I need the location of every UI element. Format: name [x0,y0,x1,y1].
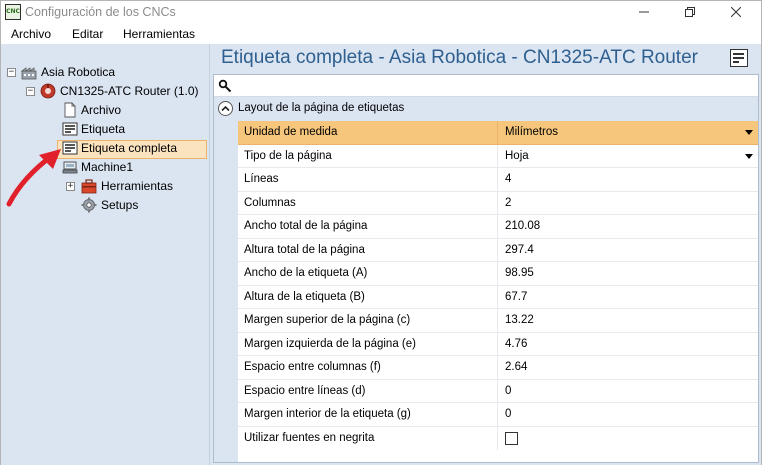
property-row-lineas[interactable]: Líneas 4 [238,168,758,192]
property-name: Altura de la etiqueta (B) [238,285,498,308]
category-header[interactable]: Layout de la página de etiquetas [214,97,758,121]
tree-item-etiqueta[interactable]: Etiqueta [1,120,210,139]
tree-label-machine: CN1325-ATC Router (1.0) [60,84,199,98]
collapse-icon[interactable]: − [7,68,16,77]
property-value-field[interactable]: 2 [499,192,758,215]
property-dropdown-unidad[interactable]: Milímetros [499,121,758,144]
cnc-machine-icon [40,83,56,99]
property-name: Margen izquierda de la página (e) [238,332,498,355]
tree-label-archivo: Archivo [81,103,122,117]
property-name: Altura total de la página [238,238,498,261]
tree-item-archivo[interactable]: Archivo [1,101,210,120]
chevron-up-icon [221,105,230,112]
menu-archivo[interactable]: Archivo [11,27,51,41]
menu-bar: Archivo Editar Herramientas [1,23,761,44]
tree-label-machine1: Machine1 [81,160,134,174]
property-row-altura-etiqueta[interactable]: Altura de la etiqueta (B) 67.7 [238,285,758,309]
property-value-field[interactable]: 0 [499,380,758,403]
close-button[interactable] [719,1,753,23]
window-title: Configuración de los CNCs [25,5,176,19]
tree-pane: − Asia Robotica − CN1325-ATC Router (1.0… [1,44,210,465]
property-row-tipo[interactable]: Tipo de la página Hoja [238,144,758,168]
search-input[interactable] [236,77,754,94]
restore-button[interactable] [673,1,707,23]
property-row-altura-total[interactable]: Altura total de la página 297.4 [238,238,758,262]
property-value: Milímetros [505,126,559,138]
app-window: CNC Configuración de los CNCs Archivo Ed… [0,0,762,465]
menu-editar[interactable]: Editar [72,27,103,41]
collapse-icon[interactable]: − [26,87,35,96]
property-row-ancho-etiqueta[interactable]: Ancho de la etiqueta (A) 98.95 [238,262,758,286]
dropdown-arrow-icon[interactable] [745,130,753,135]
tree-label-setups: Setups [101,198,139,212]
file-icon [64,102,76,118]
property-row-ancho-total[interactable]: Ancho total de la página 210.08 [238,215,758,239]
property-value-field[interactable]: 297.4 [499,239,758,262]
property-row-margen-superior[interactable]: Margen superior de la página (c) 13.22 [238,309,758,333]
property-checkbox-cell [499,427,758,451]
property-value-field[interactable]: 67.7 [499,286,758,309]
tree-label-etiqueta-completa: Etiqueta completa [81,141,178,155]
property-row-negrita[interactable]: Utilizar fuentes en negrita [238,426,758,451]
menu-herramientas[interactable]: Herramientas [123,27,195,41]
label-layout-icon[interactable] [730,49,748,67]
minimize-button[interactable] [627,1,661,23]
close-icon [730,6,742,18]
property-value-field[interactable]: 0 [499,403,758,426]
tree-label-herramientas: Herramientas [101,179,174,193]
property-value-field[interactable]: 98.95 [499,262,758,285]
property-value-field[interactable]: 4.76 [499,333,758,356]
property-name: Espacio entre líneas (d) [238,379,498,402]
factory-icon [21,67,37,80]
property-name: Espacio entre columnas (f) [238,356,498,379]
bold-font-checkbox[interactable] [505,431,518,445]
property-name: Ancho total de la página [238,215,498,238]
annotation-arrow-icon [6,149,61,207]
tree-item-asia-robotica[interactable]: − Asia Robotica [1,63,210,82]
property-grid: Layout de la página de etiquetas Unidad … [213,74,759,463]
minimize-icon [639,11,649,13]
property-name: Margen superior de la página (c) [238,309,498,332]
app-logo-icon: CNC [5,4,21,20]
property-name: Unidad de medida [238,121,498,144]
maximize-icon [685,7,695,17]
property-name: Columnas [238,191,498,214]
property-name: Utilizar fuentes en negrita [238,426,498,450]
property-row-espacio-lineas[interactable]: Espacio entre líneas (d) 0 [238,379,758,403]
grid-gutter [214,121,238,462]
property-row-columnas[interactable]: Columnas 2 [238,191,758,215]
property-name: Líneas [238,168,498,191]
search-bar [214,75,758,97]
property-name: Margen interior de la etiqueta (g) [238,403,498,426]
property-row-margen-izquierda[interactable]: Margen izquierda de la página (e) 4.76 [238,332,758,356]
properties-pane: Etiqueta completa - Asia Robotica - CN13… [210,44,761,465]
property-value-field[interactable]: 2.64 [499,356,758,379]
collapse-category-button[interactable] [218,101,233,116]
property-value-field[interactable]: 210.08 [499,215,758,238]
property-dropdown-tipo[interactable]: Hoja [499,145,758,168]
toolbox-icon [81,179,97,194]
property-row-unidad[interactable]: Unidad de medida Milímetros [238,121,758,145]
property-row-espacio-columnas[interactable]: Espacio entre columnas (f) 2.64 [238,356,758,380]
page-title: Etiqueta completa - Asia Robotica - CN13… [221,47,698,68]
property-row-margen-interior[interactable]: Margen interior de la etiqueta (g) 0 [238,403,758,427]
property-value-field[interactable]: 4 [499,168,758,191]
property-name: Ancho de la etiqueta (A) [238,262,498,285]
title-bar: CNC Configuración de los CNCs [1,1,761,23]
dropdown-arrow-icon[interactable] [745,153,753,159]
tree-item-machine[interactable]: − CN1325-ATC Router (1.0) [1,82,210,101]
tree-label-asia-robotica: Asia Robotica [41,65,116,79]
category-label: Layout de la página de etiquetas [238,102,405,114]
property-value: Hoja [505,149,529,162]
label-icon [62,122,78,136]
search-icon [218,79,232,93]
tree-label-etiqueta: Etiqueta [81,122,126,136]
gear-icon [81,197,97,213]
property-value-field[interactable]: 13.22 [499,309,758,332]
property-name: Tipo de la página [238,144,498,167]
